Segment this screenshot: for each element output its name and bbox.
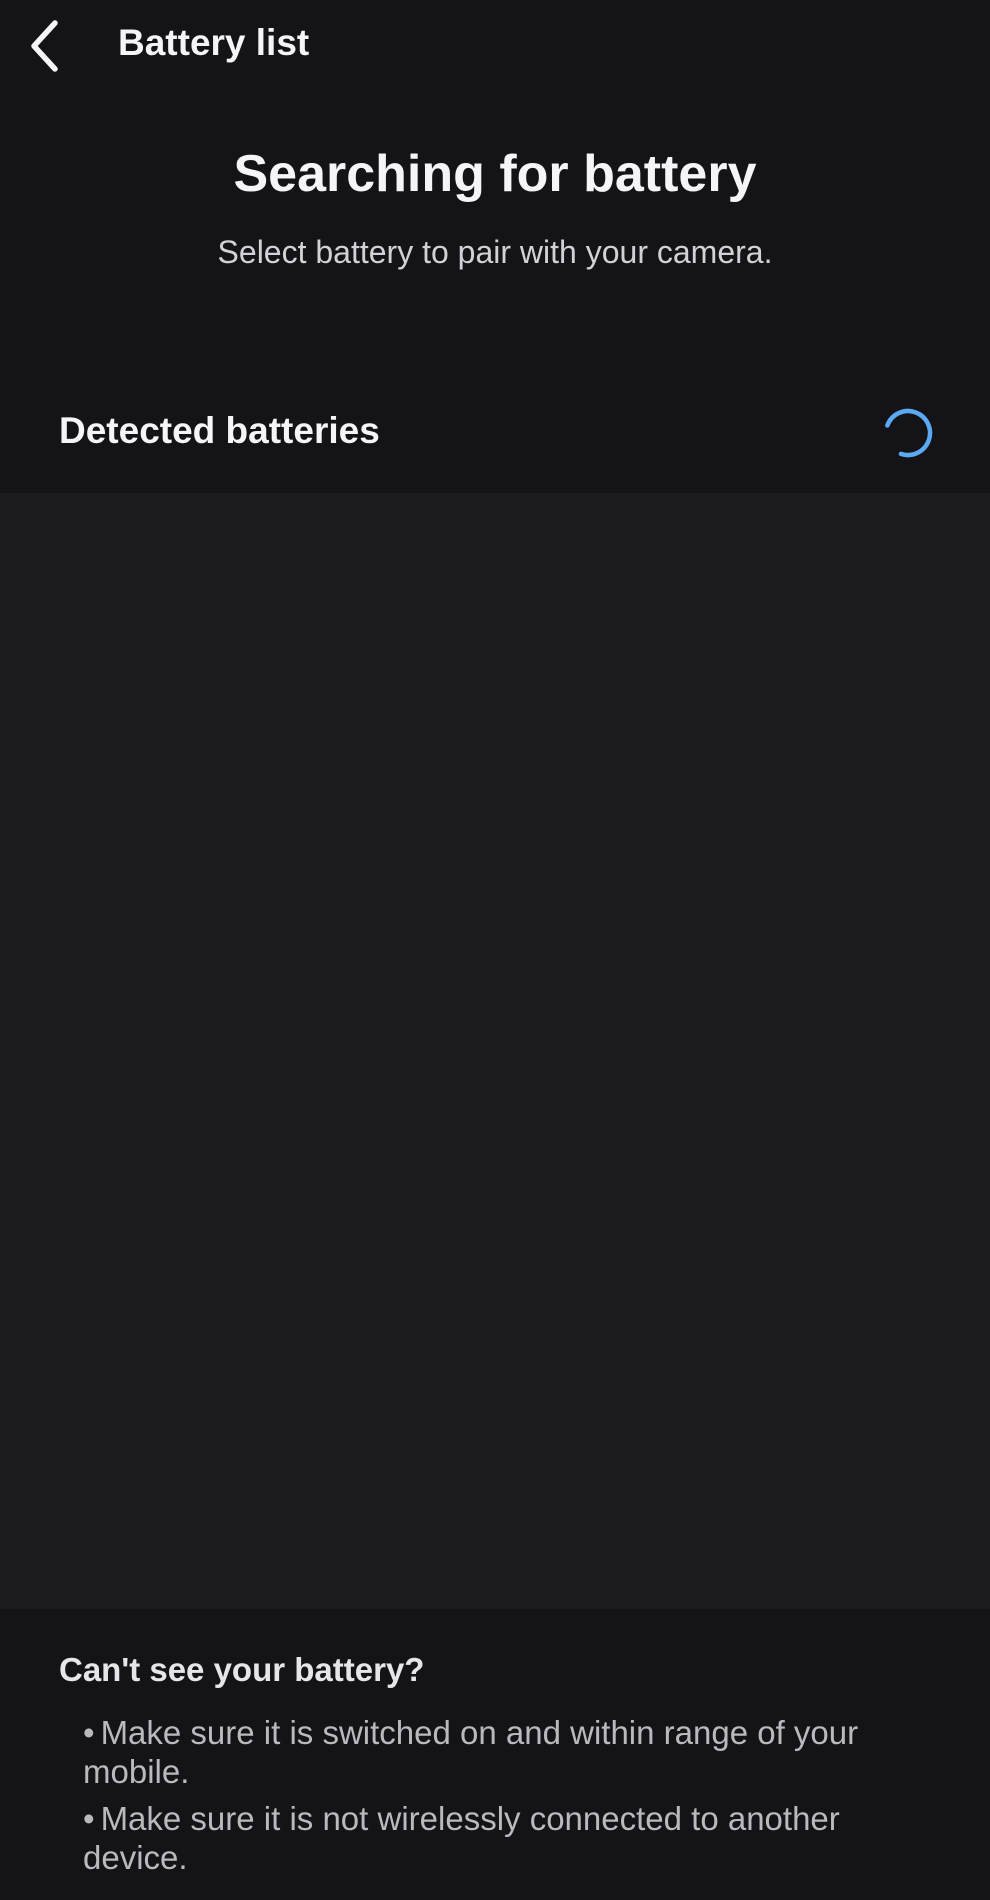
page-title: Battery list: [118, 22, 310, 63]
detected-batteries-label: Detected batteries: [59, 410, 380, 451]
search-subtitle: Select battery to pair with your camera.: [217, 234, 773, 270]
help-section: Can't see your battery? • Make sure it is…: [0, 1609, 990, 1900]
detected-batteries-header: Detected batteries: [0, 380, 990, 492]
help-tip: • Make sure it is not wirelessly connecte…: [83, 1799, 923, 1877]
help-tips-list: • Make sure it is switched on and within …: [83, 1713, 923, 1885]
help-tip-text: Make sure it is not wirelessly connected…: [83, 1800, 840, 1876]
search-title: Searching for battery: [233, 145, 757, 203]
bullet: •: [83, 1800, 95, 1837]
help-tip: • Make sure it is switched on and within …: [83, 1713, 923, 1791]
loading-spinner-icon: [883, 408, 933, 458]
bullet: •: [83, 1714, 95, 1751]
help-tip-text: Make sure it is switched on and within r…: [83, 1714, 859, 1790]
battery-list: [0, 493, 990, 1609]
help-heading: Can't see your battery?: [59, 1651, 425, 1688]
back-button[interactable]: [14, 10, 78, 82]
top-app-bar: Battery list: [0, 0, 990, 96]
chevron-left-icon: [31, 20, 58, 72]
search-header: Searching for battery Select battery to …: [0, 96, 990, 356]
